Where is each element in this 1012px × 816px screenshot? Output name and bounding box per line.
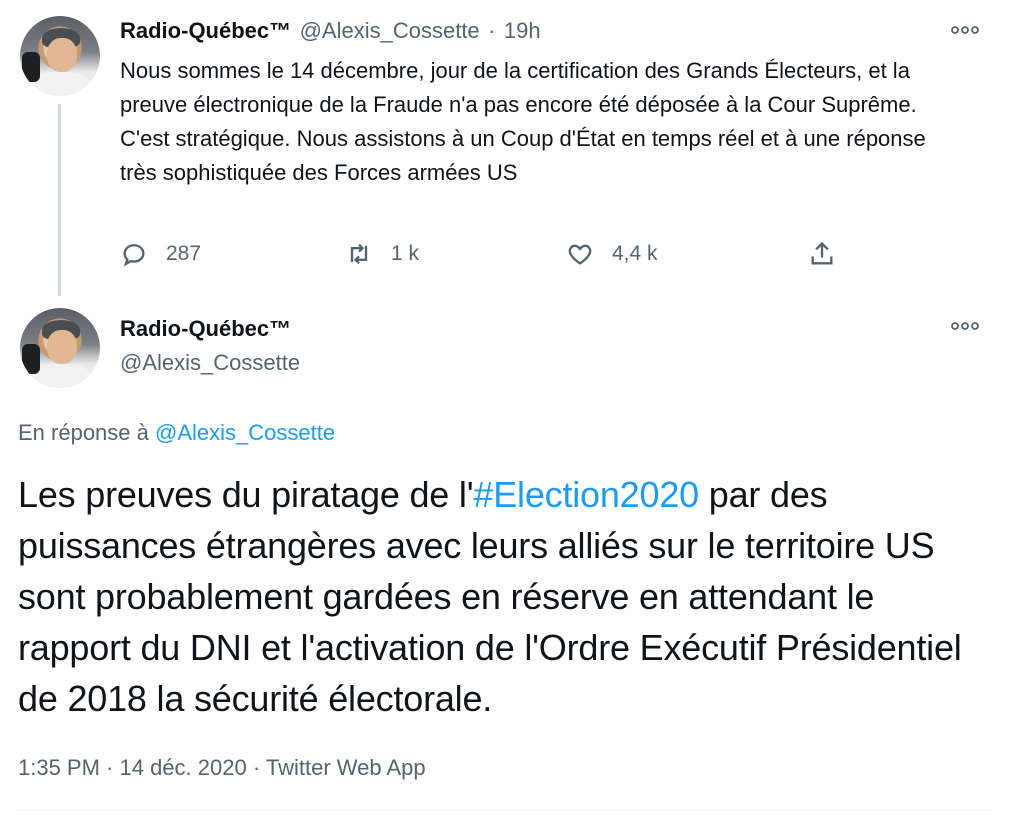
tweet-time[interactable]: 19h: [504, 18, 541, 43]
avatar[interactable]: [20, 16, 100, 96]
more-horizontal-icon[interactable]: [950, 318, 980, 339]
reply-prefix: En réponse à: [18, 420, 149, 445]
tweet-timestamp[interactable]: 1:35 PM · 14 déc. 2020 · Twitter Web App: [18, 755, 426, 781]
retweet-count: 1 k: [391, 242, 420, 265]
reply-button[interactable]: 287: [120, 240, 201, 268]
like-icon: [568, 244, 592, 265]
tweet-header: Radio-Québec™ @Alexis_Cossette · 19h: [120, 18, 541, 44]
display-name[interactable]: Radio-Québec™: [120, 316, 291, 342]
more-horizontal-icon[interactable]: [950, 22, 980, 43]
like-count: 4,4 k: [612, 242, 658, 265]
handle[interactable]: @Alexis_Cossette: [120, 350, 300, 376]
divider: [18, 810, 994, 811]
thread-connector-line: [58, 104, 61, 296]
display-name[interactable]: Radio-Québec™: [120, 18, 291, 43]
like-button[interactable]: 4,4 k: [566, 240, 658, 268]
reply-context: En réponse à @Alexis_Cossette: [18, 420, 335, 446]
share-button[interactable]: [808, 240, 836, 268]
reply-count: 287: [166, 242, 202, 265]
tweet-text: Nous sommes le 14 décembre, jour de la c…: [120, 58, 926, 185]
reply-to-handle[interactable]: @Alexis_Cossette: [155, 420, 335, 445]
retweet-button[interactable]: 1 k: [345, 240, 419, 268]
separator: ·: [488, 18, 496, 43]
tweet-text-part: Les preuves du piratage de l': [18, 474, 474, 515]
handle[interactable]: @Alexis_Cossette: [300, 18, 480, 43]
avatar[interactable]: [20, 308, 100, 388]
retweet-icon: [350, 243, 368, 265]
reply-icon: [123, 244, 145, 267]
share-icon: [811, 241, 833, 265]
tweet-text: Les preuves du piratage de l'#Election20…: [18, 469, 993, 724]
hashtag-link[interactable]: #Election2020: [473, 474, 699, 515]
